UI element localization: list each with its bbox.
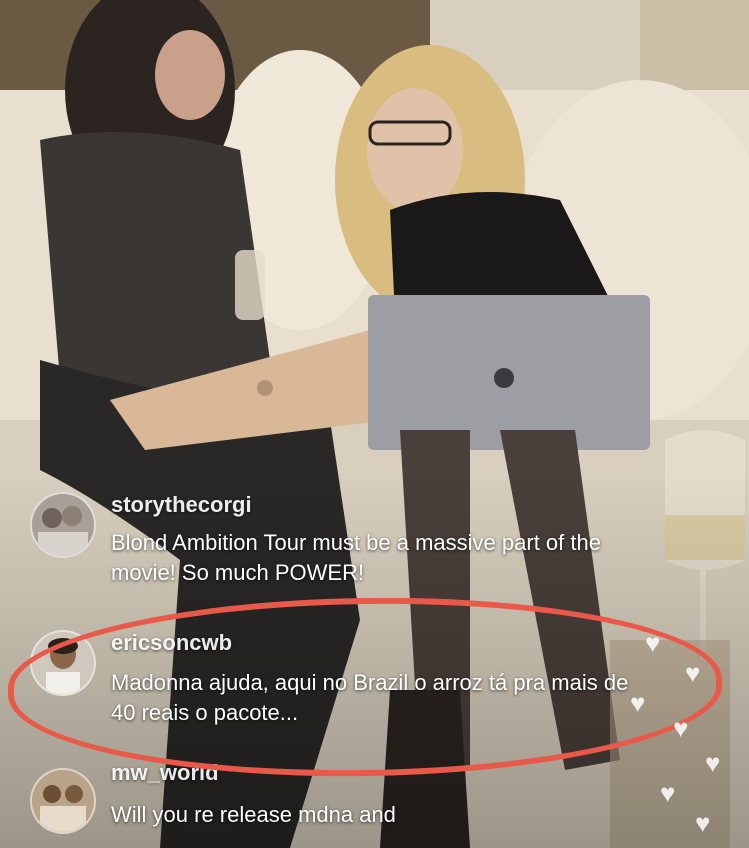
heart-icon: ♥ [695, 808, 711, 838]
heart-icon: ♥ [705, 748, 721, 778]
heart-icon: ♥ [645, 628, 661, 658]
avatar[interactable] [30, 768, 96, 834]
comment-text: Will you re release mdna and [111, 802, 396, 827]
heart-icon: ♥ [685, 658, 701, 688]
heart-icon: ♥ [660, 778, 676, 808]
comment-item: storythecorgi Blond Ambition Tour must b… [0, 488, 660, 598]
floating-hearts: ♥ ♥ ♥ ♥ ♥ ♥ ♥ [625, 620, 749, 848]
comment-username[interactable]: storythecorgi [111, 492, 252, 518]
comment-item: mw_world Will you re release mdna and [0, 760, 660, 848]
heart-icon: ♥ [630, 688, 646, 718]
comment-text: Blond Ambition Tour must be a massive pa… [111, 530, 601, 585]
avatar[interactable] [30, 492, 96, 558]
avatar-photo [32, 494, 94, 556]
heart-icon: ♥ [673, 713, 689, 743]
avatar-photo [32, 770, 94, 832]
